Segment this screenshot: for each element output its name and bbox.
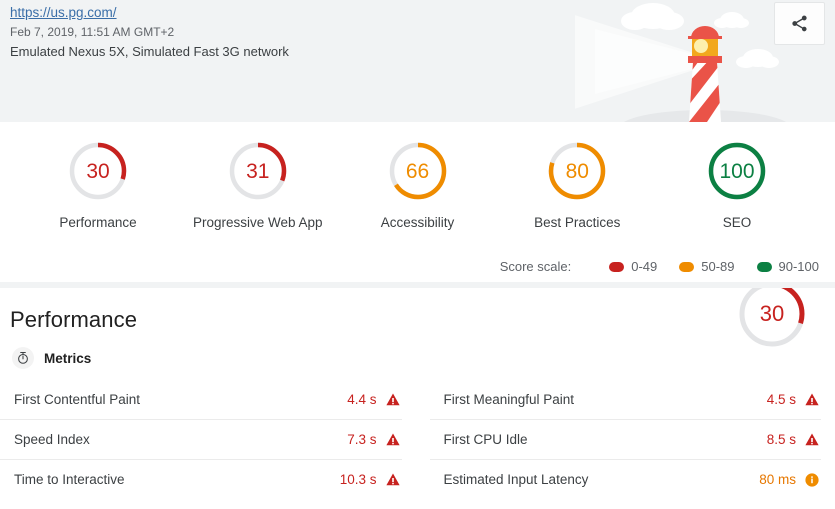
gauge-label: Accessibility <box>380 215 455 230</box>
gauge-label: SEO <box>722 215 752 230</box>
performance-card: Performance 30 Metrics First Contentful … <box>0 288 835 509</box>
gauge-ring: 66 <box>387 140 449 202</box>
metric-value: 7.3 s <box>347 432 377 447</box>
metric-value: 80 ms <box>759 472 796 487</box>
scale-dot-icon <box>609 261 625 272</box>
scale-range-label: 0-49 <box>631 259 658 274</box>
metric-name: First CPU Idle <box>443 432 528 447</box>
score-gauges: 30 Performance 31 Progressive Web App 66… <box>0 122 835 230</box>
scale-dot-icon <box>756 261 772 272</box>
score-scale-item-fail: 0-49 <box>609 259 657 274</box>
stopwatch-glyph-icon <box>18 351 28 364</box>
share-icon <box>792 15 807 32</box>
warning-triangle-icon <box>805 433 819 446</box>
metric-result: 4.5 s <box>767 392 819 407</box>
gauge-label: Best Practices <box>534 215 621 230</box>
warning-triangle-icon <box>805 393 819 405</box>
gauge-ring: 100 <box>706 140 768 202</box>
report-header: https://us.pg.com/ Feb 7, 2019, 11:51 AM… <box>0 0 835 122</box>
metric-name: Speed Index <box>14 432 90 447</box>
gauge-label: Progressive Web App <box>192 215 323 230</box>
metric-result: 4.4 s <box>347 391 400 407</box>
score-scale-item-pass: 90-100 <box>756 259 819 274</box>
metric-row[interactable]: First Contentful Paint 4.4 s <box>0 379 402 419</box>
lighthouse-report: https://us.pg.com/ Feb 7, 2019, 11:51 AM… <box>0 0 835 509</box>
metrics-section-label: Metrics <box>44 350 92 366</box>
metric-row[interactable]: Speed Index 7.3 s <box>0 419 402 459</box>
share-button[interactable] <box>774 2 825 45</box>
metric-value: 4.4 s <box>347 391 377 407</box>
metrics-column-left: First Contentful Paint 4.4 s Speed Index… <box>0 379 418 499</box>
metric-row[interactable]: First Meaningful Paint 4.5 s <box>430 379 822 419</box>
score-gauge-best-practices[interactable]: 80 Best Practices <box>513 140 641 230</box>
metrics-grid: First Contentful Paint 4.4 s Speed Index… <box>0 379 835 499</box>
gauge-score-value: 30 <box>759 301 785 326</box>
gauge-ring: 30 <box>67 140 129 202</box>
report-timestamp: Feb 7, 2019, 11:51 AM GMT+2 <box>10 25 175 39</box>
warning-triangle-icon <box>385 393 400 405</box>
metric-row[interactable]: Time to Interactive 10.3 s <box>0 459 402 499</box>
page-title: Performance <box>10 307 138 332</box>
gauge-ring: 80 <box>546 140 608 202</box>
gauge-score-value: 66 <box>405 159 430 183</box>
metric-name: First Meaningful Paint <box>443 391 575 407</box>
header-meta: https://us.pg.com/ Feb 7, 2019, 11:51 AM… <box>10 4 289 62</box>
report-environment: Emulated Nexus 5X, Simulated Fast 3G net… <box>10 44 289 59</box>
metric-row[interactable]: First CPU Idle 8.5 s <box>429 419 821 459</box>
score-gauge-seo[interactable]: 100 SEO <box>673 140 801 230</box>
metric-value: 8.5 s <box>766 432 796 447</box>
metric-name: First Contentful Paint <box>14 391 141 407</box>
score-scale-legend: Score scale: 0-49 50-89 90-100 <box>500 259 819 274</box>
metric-result: 80 ms <box>759 472 819 487</box>
metric-result: 10.3 s <box>340 472 400 487</box>
score-gauge-progressive-web-app[interactable]: 31 Progressive Web App <box>192 140 323 230</box>
metric-name: Estimated Input Latency <box>443 472 589 487</box>
gauge-score-value: 31 <box>246 159 270 183</box>
warning-triangle-icon <box>385 433 400 446</box>
metric-result: 8.5 s <box>767 432 819 447</box>
metrics-section-header: Metrics <box>0 333 835 369</box>
metric-row[interactable]: Estimated Input Latency 80 ms <box>429 459 821 499</box>
warning-triangle-icon <box>385 473 400 486</box>
metric-value: 10.3 s <box>339 472 377 487</box>
metric-name: Time to Interactive <box>14 472 125 487</box>
stopwatch-icon <box>12 347 34 369</box>
score-scale-item-average: 50-89 <box>679 259 735 274</box>
scores-card: 30 Performance 31 Progressive Web App 66… <box>0 122 835 282</box>
scale-dot-icon <box>679 261 695 272</box>
scale-range-label: 90-100 <box>778 259 819 274</box>
metric-value: 4.5 s <box>766 391 796 407</box>
gauge-score-value: 100 <box>719 159 755 183</box>
page-url-link[interactable]: https://us.pg.com/ <box>10 4 289 22</box>
metric-result: 7.3 s <box>347 432 400 447</box>
gauge-label: Performance <box>59 215 137 230</box>
score-scale-title: Score scale: <box>499 259 572 274</box>
gauge-score-value: 30 <box>86 159 110 183</box>
metrics-column-right: First Meaningful Paint 4.5 s First CPU I… <box>418 379 835 499</box>
gauge-ring: 31 <box>227 140 289 202</box>
score-gauge-accessibility[interactable]: 66 Accessibility <box>354 140 482 230</box>
info-circle-icon <box>805 472 819 487</box>
gauge-score-value: 80 <box>565 159 589 183</box>
score-gauge-performance[interactable]: 30 Performance <box>34 140 162 230</box>
performance-score-gauge[interactable]: 30 <box>736 288 808 350</box>
scale-range-label: 50-89 <box>701 259 735 274</box>
